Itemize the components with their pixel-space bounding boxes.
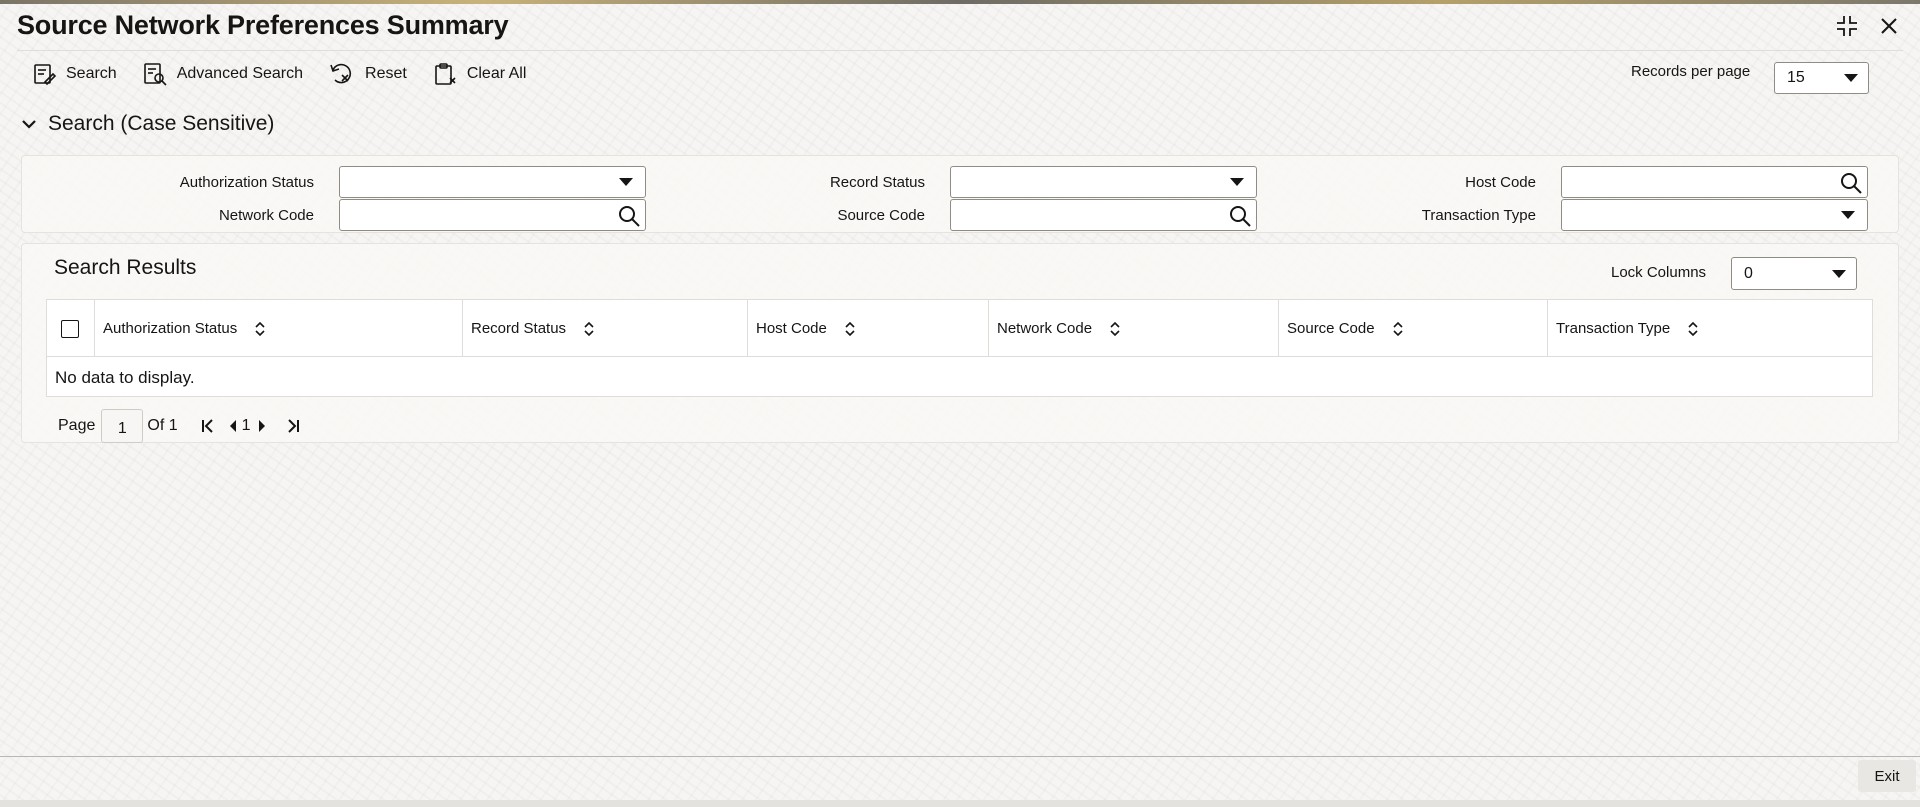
search-results-title: Search Results [54, 256, 197, 279]
column-header-label: Source Code [1287, 320, 1375, 337]
previous-page-icon[interactable] [228, 419, 238, 433]
current-page-number: 1 [241, 417, 251, 434]
exit-button[interactable]: Exit [1858, 760, 1916, 792]
chevron-down-icon [1844, 74, 1858, 82]
record-status-select[interactable] [950, 166, 1257, 198]
footer-divider [0, 756, 1920, 757]
chevron-down-icon [1832, 269, 1846, 278]
last-page-icon[interactable] [285, 418, 301, 434]
empty-results-message: No data to display. [55, 368, 195, 387]
sort-icon [255, 321, 265, 336]
clear-all-button-label: Clear All [466, 65, 527, 82]
source-code-label: Source Code [837, 207, 925, 224]
top-banner-strip [0, 0, 1920, 4]
advanced-search-button-label: Advanced Search [176, 65, 304, 82]
reset-button-label: Reset [365, 65, 407, 82]
advanced-search-button[interactable]: Advanced Search [143, 62, 303, 86]
authorization-status-label: Authorization Status [179, 174, 314, 191]
table-header-row: Authorization Status Record Status Host … [47, 300, 1872, 357]
records-per-page-label: Records per page [1631, 63, 1751, 80]
column-header-label: Authorization Status [103, 320, 238, 337]
search-button[interactable]: Search [32, 62, 117, 86]
toolbar: Search Advanced Search Reset Clear All [32, 62, 526, 86]
sort-icon [584, 321, 594, 336]
column-header-record-status[interactable]: Record Status [463, 300, 748, 357]
results-table: Authorization Status Record Status Host … [46, 299, 1873, 397]
next-page-icon[interactable] [257, 419, 267, 433]
clear-all-button[interactable]: Clear All [433, 62, 527, 86]
page-of-label: Of 1 [147, 417, 178, 434]
authorization-status-select[interactable] [339, 166, 646, 198]
lock-columns-select[interactable]: 0 [1731, 257, 1857, 290]
search-list-icon [34, 64, 56, 86]
host-code-input[interactable] [1561, 166, 1868, 198]
maximize-icon[interactable] [1834, 13, 1860, 39]
advanced-search-icon [143, 63, 167, 86]
column-header-authorization-status[interactable]: Authorization Status [95, 300, 463, 357]
column-header-label: Record Status [471, 320, 567, 337]
search-section-toggle[interactable]: Search (Case Sensitive) [22, 112, 274, 136]
column-header-source-code[interactable]: Source Code [1279, 300, 1548, 357]
records-per-page-select[interactable]: 15 [1774, 62, 1869, 94]
records-per-page-value: 15 [1787, 69, 1805, 86]
column-header-host-code[interactable]: Host Code [748, 300, 989, 357]
sort-icon [1688, 321, 1698, 336]
sort-icon [1392, 321, 1403, 336]
first-page-icon[interactable] [200, 418, 216, 434]
pagination: Page 1 Of 1 1 [58, 408, 301, 444]
host-code-label: Host Code [1465, 174, 1536, 191]
search-icon[interactable] [1839, 171, 1863, 195]
sort-icon [845, 321, 855, 336]
column-header-transaction-type[interactable]: Transaction Type [1548, 300, 1872, 357]
title-divider [17, 50, 1903, 51]
bottom-strip [0, 800, 1920, 807]
close-icon[interactable] [1876, 13, 1902, 39]
page-label: Page [58, 417, 96, 434]
transaction-type-select[interactable] [1561, 199, 1868, 231]
network-code-label: Network Code [218, 207, 314, 224]
column-header-network-code[interactable]: Network Code [989, 300, 1279, 357]
window-controls [1834, 13, 1902, 39]
network-code-input[interactable] [339, 199, 646, 231]
reset-icon [330, 63, 352, 84]
lock-columns-value: 0 [1744, 264, 1753, 282]
chevron-down-icon [619, 178, 633, 186]
column-header-label: Transaction Type [1556, 320, 1671, 337]
transaction-type-label: Transaction Type [1421, 207, 1536, 224]
chevron-down-icon [22, 120, 36, 129]
search-section-title: Search (Case Sensitive) [48, 112, 275, 135]
clipboard-clear-icon [435, 63, 456, 85]
chevron-down-icon [1841, 211, 1855, 219]
sort-icon [1110, 321, 1120, 336]
select-all-cell [47, 300, 95, 357]
page-number-input-value: 1 [117, 420, 127, 437]
select-all-checkbox[interactable] [61, 320, 79, 338]
column-header-label: Network Code [997, 320, 1093, 337]
source-code-input[interactable] [950, 199, 1257, 231]
reset-button[interactable]: Reset [329, 62, 407, 86]
search-icon[interactable] [617, 204, 641, 228]
page-number-input[interactable]: 1 [101, 409, 144, 443]
chevron-down-icon [1230, 178, 1244, 186]
search-icon[interactable] [1228, 204, 1252, 228]
page-title: Source Network Preferences Summary [17, 10, 509, 40]
exit-button-label: Exit [1874, 767, 1900, 785]
column-header-label: Host Code [756, 320, 827, 337]
record-status-label: Record Status [829, 174, 925, 191]
lock-columns-label: Lock Columns [1611, 264, 1707, 281]
search-button-label: Search [66, 65, 117, 82]
